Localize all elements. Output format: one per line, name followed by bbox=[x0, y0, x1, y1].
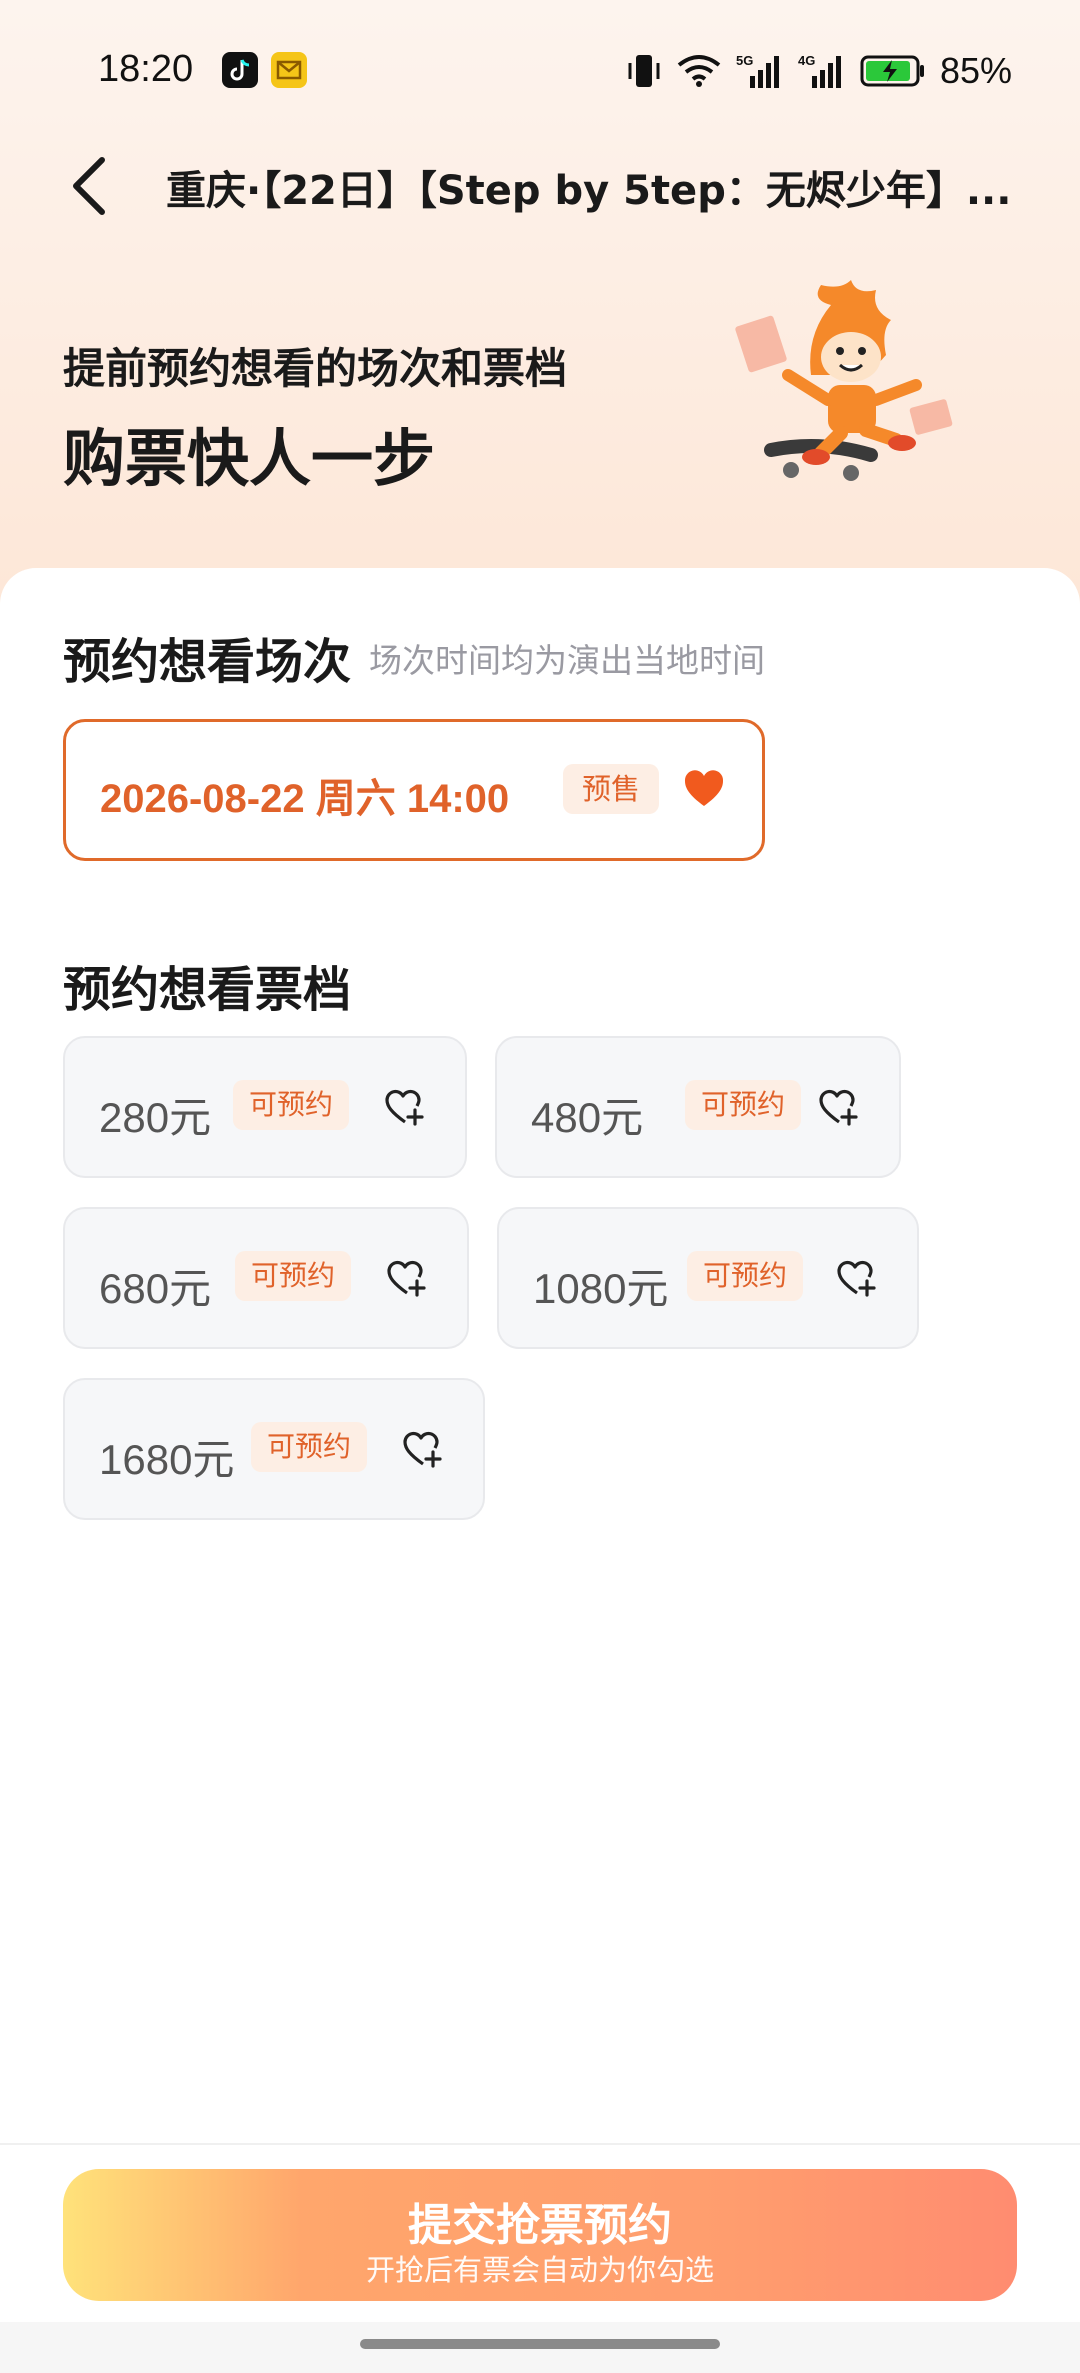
battery-percent: 85% bbox=[939, 50, 1012, 91]
tier-option-680[interactable]: 680元 可预约 bbox=[63, 1207, 469, 1349]
svg-text:5G: 5G bbox=[736, 53, 753, 68]
tier-option-1080[interactable]: 1080元 可预约 bbox=[497, 1207, 919, 1349]
heart-add-icon bbox=[835, 1259, 877, 1299]
tier-price: 280元 bbox=[99, 1094, 212, 1141]
heart-filled-icon bbox=[683, 769, 725, 809]
tier-price: 480元 bbox=[531, 1094, 644, 1141]
wifi-icon bbox=[677, 55, 721, 87]
reservable-badge: 可预约 bbox=[687, 1251, 804, 1301]
reservable-badge: 可预约 bbox=[685, 1080, 802, 1130]
chevron-left-icon bbox=[73, 157, 105, 215]
tier-price: 1080元 bbox=[533, 1265, 669, 1312]
tier-option-1680[interactable]: 1680元 可预约 bbox=[63, 1378, 485, 1520]
tiktok-icon bbox=[222, 52, 258, 88]
reservable-badge: 可预约 bbox=[251, 1422, 368, 1472]
svg-text:4G: 4G bbox=[798, 53, 815, 68]
tier-option-480[interactable]: 480元 可预约 bbox=[495, 1036, 901, 1178]
tier-section-title: 预约想看票档 bbox=[63, 962, 352, 1018]
mail-icon bbox=[271, 52, 307, 88]
reservable-badge: 可预约 bbox=[233, 1080, 350, 1130]
page-title: 重庆·【22日】【Step by 5tep：无烬少年】... bbox=[166, 168, 1012, 214]
hero-subtitle: 提前预约想看的场次和票档 bbox=[63, 344, 568, 393]
tier-price: 1680元 bbox=[99, 1436, 235, 1483]
heart-add-icon bbox=[401, 1430, 443, 1470]
back-button[interactable] bbox=[62, 150, 118, 222]
status-right: 5G 4G 85% bbox=[626, 50, 1012, 92]
session-section-note: 场次时间均为演出当地时间 bbox=[369, 641, 765, 680]
hero-title: 购票快人一步 bbox=[63, 422, 436, 495]
heart-add-icon bbox=[817, 1088, 859, 1128]
home-indicator[interactable] bbox=[360, 2339, 720, 2349]
tier-price: 680元 bbox=[99, 1265, 212, 1312]
session-section-title: 预约想看场次 bbox=[63, 634, 352, 690]
4g-signal-icon: 4G bbox=[798, 53, 841, 88]
session-option-selected[interactable]: 2026-08-22 周六 14:00 预售 bbox=[63, 719, 765, 861]
submit-sublabel: 开抢后有票会自动为你勾选 bbox=[365, 2253, 714, 2287]
heart-add-icon bbox=[383, 1088, 425, 1128]
session-datetime: 2026-08-22 周六 14:00 bbox=[100, 777, 510, 821]
status-time: 18:20 bbox=[98, 48, 194, 90]
battery-icon bbox=[860, 55, 924, 87]
tier-option-280[interactable]: 280元 可预约 bbox=[63, 1036, 467, 1178]
presale-badge: 预售 bbox=[563, 764, 659, 814]
submit-reservation-button[interactable]: 提交抢票预约 开抢后有票会自动为你勾选 bbox=[63, 2169, 1017, 2301]
status-bar: 18:20 5G 4G 85% bbox=[0, 0, 1080, 140]
bottom-divider bbox=[0, 2143, 1080, 2145]
vibrate-icon bbox=[628, 55, 660, 87]
5g-signal-icon: 5G bbox=[736, 53, 779, 88]
reservable-badge: 可预约 bbox=[235, 1251, 352, 1301]
heart-add-icon bbox=[385, 1259, 427, 1299]
mascot-illustration bbox=[716, 265, 986, 505]
submit-label: 提交抢票预约 bbox=[408, 2200, 672, 2251]
